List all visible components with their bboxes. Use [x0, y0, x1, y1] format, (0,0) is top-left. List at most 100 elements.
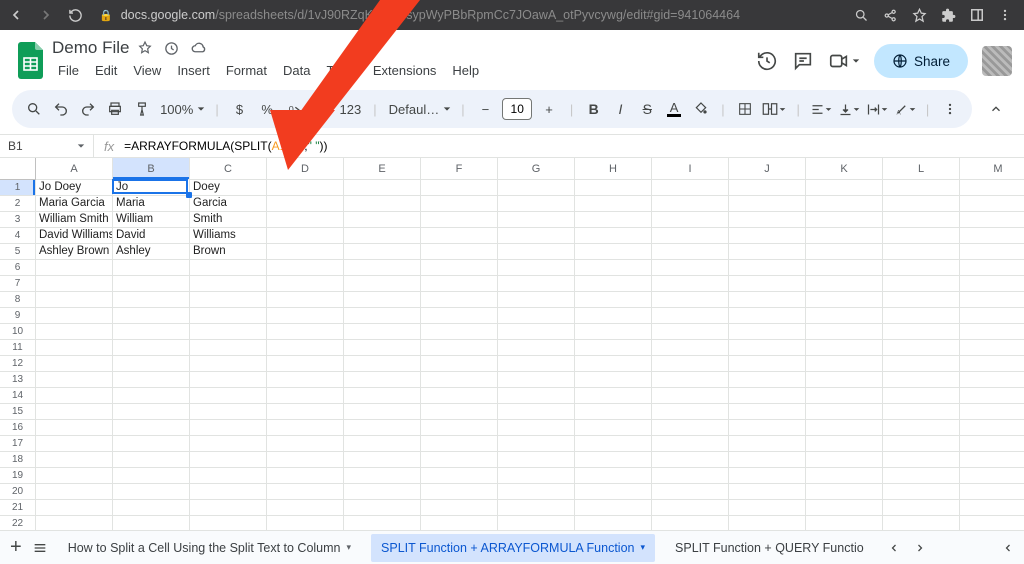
- cell[interactable]: [190, 308, 267, 324]
- cell[interactable]: [267, 420, 344, 436]
- cell[interactable]: [652, 196, 729, 212]
- cell[interactable]: [113, 276, 190, 292]
- cell[interactable]: [267, 260, 344, 276]
- cell[interactable]: [498, 468, 575, 484]
- cell[interactable]: [498, 196, 575, 212]
- menu-extensions[interactable]: Extensions: [367, 60, 443, 81]
- cell[interactable]: [344, 404, 421, 420]
- forward-icon[interactable]: [38, 7, 54, 23]
- row-header[interactable]: 6: [0, 260, 36, 276]
- cell[interactable]: [575, 468, 652, 484]
- cell[interactable]: [267, 340, 344, 356]
- avatar[interactable]: [982, 46, 1012, 76]
- cell[interactable]: William: [113, 212, 190, 228]
- sheet-tab-active[interactable]: SPLIT Function + ARRAYFORMULA Function▾: [371, 534, 655, 562]
- cell[interactable]: [652, 356, 729, 372]
- cell[interactable]: [575, 196, 652, 212]
- cell[interactable]: [652, 276, 729, 292]
- merge-icon[interactable]: [761, 96, 786, 122]
- cell[interactable]: [729, 468, 806, 484]
- cell[interactable]: [36, 404, 113, 420]
- cell[interactable]: [421, 292, 498, 308]
- menu-format[interactable]: Format: [220, 60, 273, 81]
- cell[interactable]: [36, 436, 113, 452]
- cell[interactable]: [652, 436, 729, 452]
- search-icon[interactable]: [854, 8, 869, 23]
- cell[interactable]: [267, 468, 344, 484]
- cell[interactable]: Ashley: [113, 244, 190, 260]
- share-button[interactable]: Share: [874, 44, 968, 78]
- cell[interactable]: [806, 276, 883, 292]
- cell[interactable]: Williams: [190, 228, 267, 244]
- cell[interactable]: David Williams: [36, 228, 113, 244]
- valign-icon[interactable]: [838, 96, 860, 122]
- row-header[interactable]: 14: [0, 388, 36, 404]
- cell[interactable]: [883, 436, 960, 452]
- row-header[interactable]: 2: [0, 196, 36, 212]
- cell[interactable]: [190, 276, 267, 292]
- col-header[interactable]: E: [344, 158, 421, 180]
- col-header[interactable]: K: [806, 158, 883, 180]
- cell[interactable]: [113, 260, 190, 276]
- font-size-minus[interactable]: −: [475, 96, 497, 122]
- cell[interactable]: [267, 292, 344, 308]
- cell[interactable]: [36, 340, 113, 356]
- cell[interactable]: [960, 308, 1024, 324]
- cell[interactable]: [806, 436, 883, 452]
- menu-edit[interactable]: Edit: [89, 60, 123, 81]
- cell[interactable]: [729, 276, 806, 292]
- cell[interactable]: [498, 228, 575, 244]
- cell[interactable]: [652, 372, 729, 388]
- cell[interactable]: [421, 212, 498, 228]
- row-header[interactable]: 8: [0, 292, 36, 308]
- cell[interactable]: [806, 500, 883, 516]
- cell[interactable]: [960, 420, 1024, 436]
- cell[interactable]: [113, 292, 190, 308]
- row-header[interactable]: 19: [0, 468, 36, 484]
- cell[interactable]: [113, 468, 190, 484]
- cell[interactable]: [498, 340, 575, 356]
- cell[interactable]: [113, 500, 190, 516]
- cell[interactable]: [344, 260, 421, 276]
- cell[interactable]: [190, 324, 267, 340]
- cell[interactable]: [652, 180, 729, 196]
- cell[interactable]: [344, 420, 421, 436]
- cell[interactable]: [883, 244, 960, 260]
- cell[interactable]: [344, 372, 421, 388]
- cell[interactable]: [498, 484, 575, 500]
- cell[interactable]: [575, 340, 652, 356]
- rotate-icon[interactable]: A: [894, 96, 916, 122]
- row-header[interactable]: 18: [0, 452, 36, 468]
- cell[interactable]: [575, 500, 652, 516]
- window-icon[interactable]: [970, 8, 984, 22]
- cell[interactable]: David: [113, 228, 190, 244]
- cell[interactable]: [575, 436, 652, 452]
- col-header[interactable]: I: [652, 158, 729, 180]
- cell[interactable]: [729, 484, 806, 500]
- currency-icon[interactable]: $: [229, 96, 251, 122]
- cell[interactable]: [652, 212, 729, 228]
- cell[interactable]: [652, 404, 729, 420]
- cell[interactable]: [498, 436, 575, 452]
- cell[interactable]: [267, 452, 344, 468]
- row-header[interactable]: 3: [0, 212, 36, 228]
- comments-icon[interactable]: [792, 50, 814, 72]
- cell[interactable]: [806, 308, 883, 324]
- cell[interactable]: [652, 292, 729, 308]
- cell[interactable]: [421, 404, 498, 420]
- cell[interactable]: [36, 484, 113, 500]
- cell[interactable]: [267, 388, 344, 404]
- cell[interactable]: [421, 228, 498, 244]
- cell[interactable]: [575, 276, 652, 292]
- zoom-select[interactable]: 100%: [158, 102, 205, 117]
- cell[interactable]: [113, 308, 190, 324]
- cell[interactable]: [36, 468, 113, 484]
- cell[interactable]: [729, 420, 806, 436]
- cell[interactable]: [883, 180, 960, 196]
- cell[interactable]: [498, 212, 575, 228]
- cell[interactable]: [575, 404, 652, 420]
- cell[interactable]: [960, 372, 1024, 388]
- move-icon[interactable]: [163, 40, 180, 57]
- cell[interactable]: [498, 404, 575, 420]
- cell[interactable]: [113, 420, 190, 436]
